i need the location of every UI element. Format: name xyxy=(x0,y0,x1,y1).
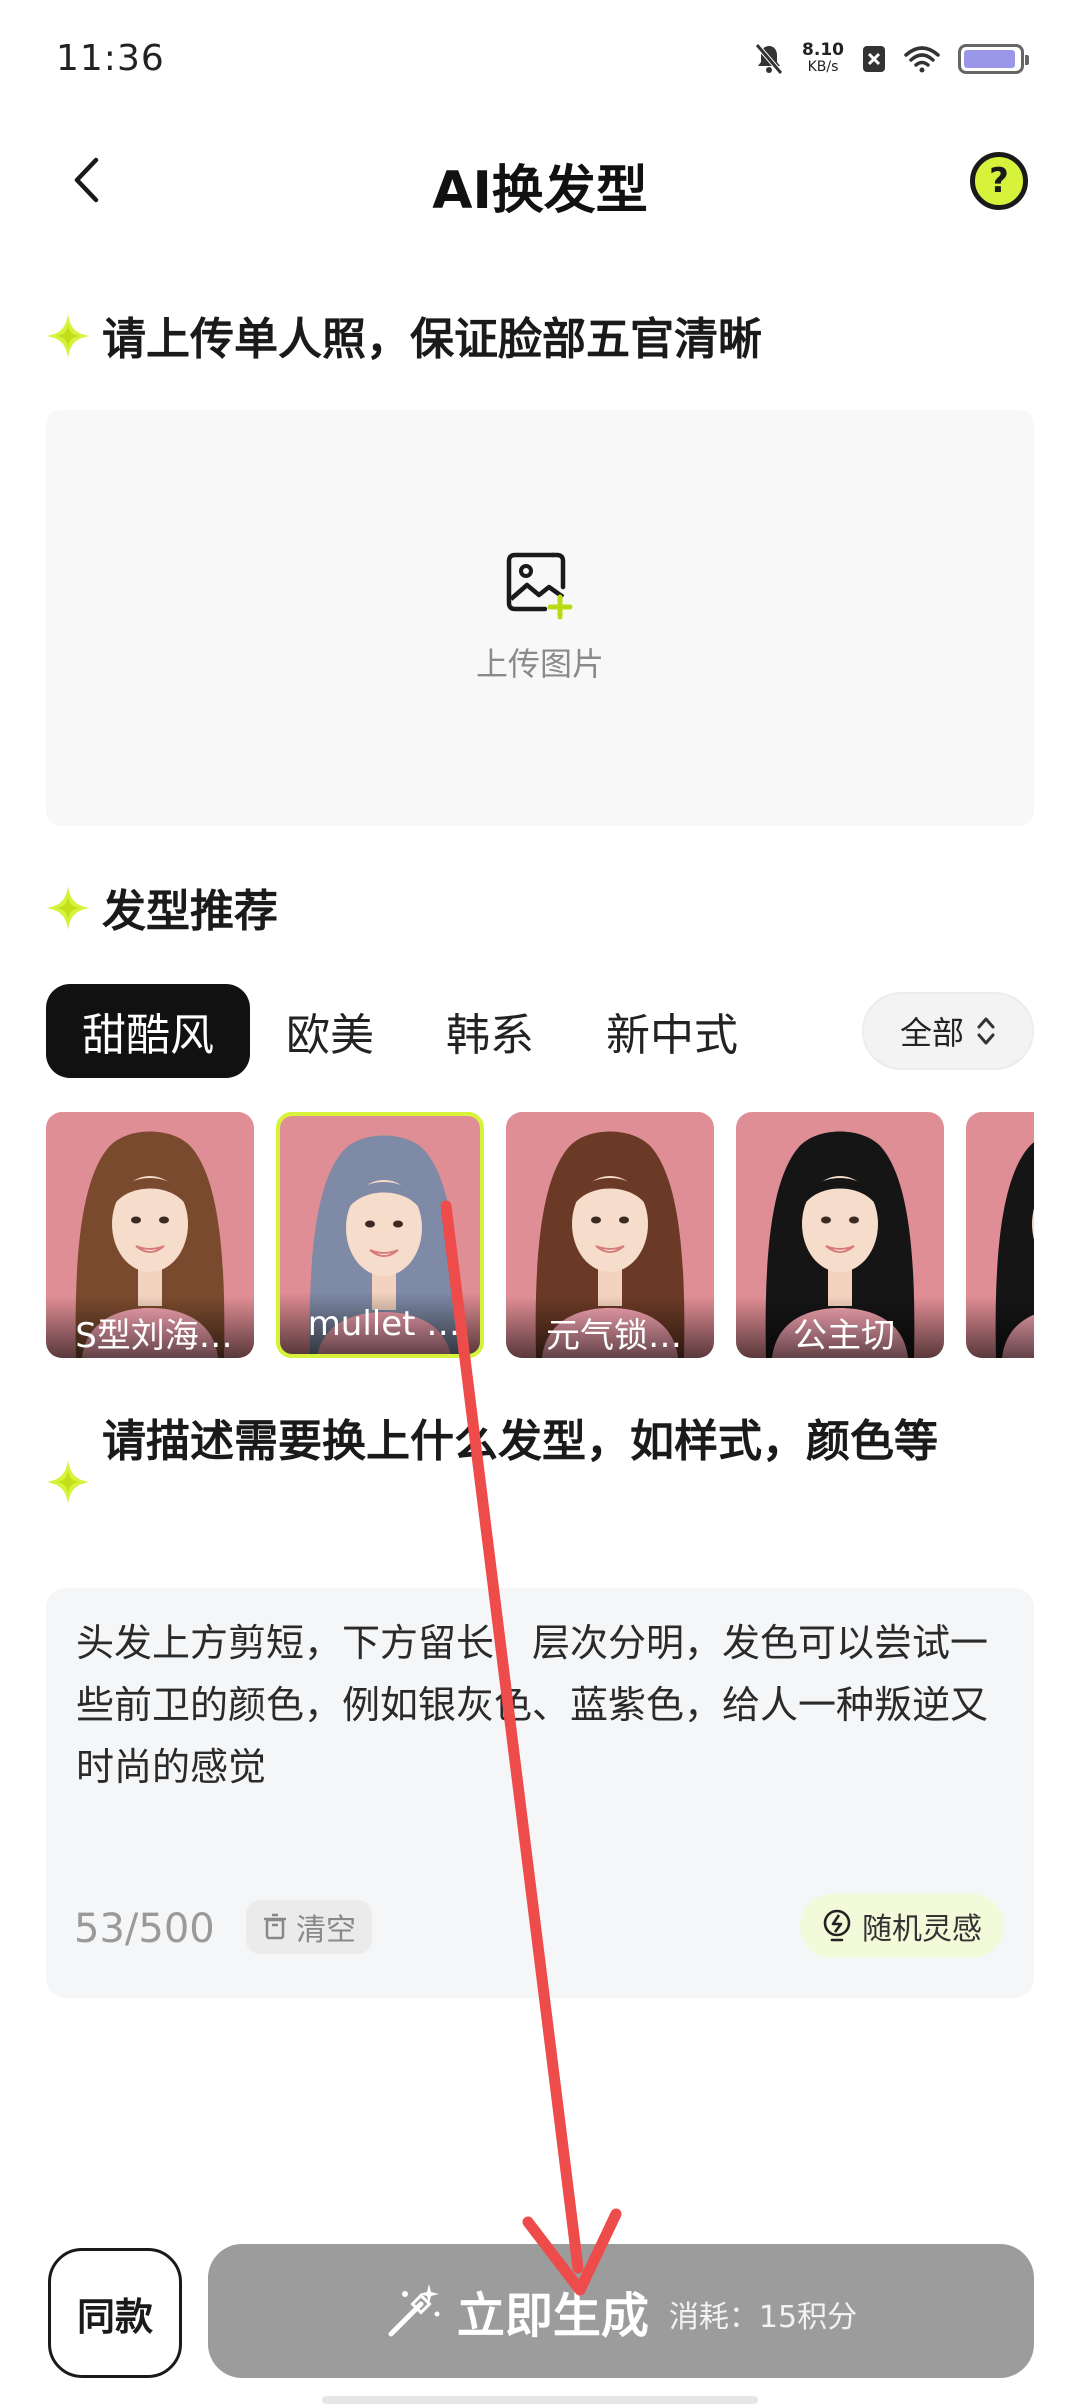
character-count: 53/500 xyxy=(74,1906,215,1952)
sparkle-icon xyxy=(46,314,90,358)
hairstyle-tabs: 甜酷风 欧美 韩系 新中式 xyxy=(46,984,774,1078)
hairstyle-card-label: 元气锁… xyxy=(506,1296,714,1358)
up-down-chevron-icon xyxy=(977,1017,995,1045)
hairstyle-section-heading: 发型推荐 xyxy=(44,878,278,946)
hairstyle-card[interactable]: 公主切 xyxy=(736,1112,944,1358)
page-title: AI换发型 xyxy=(432,161,648,221)
hairstyle-card-label: 内… xyxy=(966,1296,1034,1358)
net-speed-unit: KB/s xyxy=(807,59,839,75)
generate-cost: 消耗：15积分 xyxy=(668,2300,858,2335)
hairstyle-card-list: S型刘海… mullet … 元气锁… 公主切内… xyxy=(46,1112,1034,1358)
hairstyle-card[interactable]: mullet … xyxy=(276,1112,484,1358)
inspire-label: 随机灵感 xyxy=(862,1912,982,1947)
filter-label: 全部 xyxy=(899,1014,964,1052)
hairstyle-card-label: mullet … xyxy=(280,1292,480,1354)
question-circle-icon: ? xyxy=(989,161,1009,201)
upload-section-title: 请上传单人照，保证脸部五官清晰 xyxy=(102,314,762,365)
net-speed: 8.10 KB/s xyxy=(802,42,844,76)
tab-western[interactable]: 欧美 xyxy=(250,984,410,1078)
hairstyle-section-title: 发型推荐 xyxy=(102,886,278,937)
random-inspiration-button[interactable]: 随机灵感 xyxy=(800,1894,1004,1958)
image-plus-icon xyxy=(506,552,573,620)
tab-korean[interactable]: 韩系 xyxy=(410,984,570,1078)
upload-label: 上传图片 xyxy=(475,645,604,683)
tab-sweet-cool[interactable]: 甜酷风 xyxy=(46,984,250,1078)
sparkle-icon xyxy=(46,886,90,930)
mute-bell-icon xyxy=(755,43,783,75)
description-section-heading: 请描述需要换上什么发型，如样式，颜色等 xyxy=(44,1408,1032,1506)
status-time: 11:36 xyxy=(56,38,165,79)
lightbulb-icon xyxy=(823,1909,851,1942)
clear-button[interactable]: 清空 xyxy=(246,1900,372,1954)
same-style-label: 同款 xyxy=(76,2294,153,2339)
magic-wand-icon xyxy=(388,2284,440,2337)
description-text[interactable]: 头发上方剪短，下方留长，层次分明，发色可以尝试一些前卫的颜色，例如银灰色、蓝紫色… xyxy=(76,1612,996,1798)
status-icons: 8.10 KB/s xyxy=(754,42,1029,76)
hairstyle-card[interactable]: 内… xyxy=(966,1112,1034,1358)
sparkle-icon xyxy=(46,1460,90,1504)
description-section-title: 请描述需要换上什么发型，如样式，颜色等 xyxy=(102,1416,938,1467)
hairstyle-description-textarea[interactable]: 头发上方剪短，下方留长，层次分明，发色可以尝试一些前卫的颜色，例如银灰色、蓝紫色… xyxy=(46,1588,1034,1998)
wifi-icon xyxy=(904,46,940,73)
battery-level xyxy=(964,50,1016,68)
status-bar: 11:36 8.10 KB/s xyxy=(0,0,1080,130)
hairstyle-card-label: 公主切 xyxy=(736,1296,944,1358)
home-indicator xyxy=(322,2396,758,2404)
help-button[interactable]: ? xyxy=(970,152,1028,210)
net-speed-value: 8.10 xyxy=(802,40,844,60)
hairstyle-card-label: S型刘海… xyxy=(46,1296,254,1358)
tab-new-chinese[interactable]: 新中式 xyxy=(570,984,774,1078)
battery-icon xyxy=(958,44,1029,74)
upload-section-heading: 请上传单人照，保证脸部五官清晰 xyxy=(44,306,762,374)
sim-disabled-icon xyxy=(863,46,885,72)
clear-label: 清空 xyxy=(296,1913,356,1948)
category-filter-dropdown[interactable]: 全部 xyxy=(862,992,1034,1070)
hairstyle-card[interactable]: S型刘海… xyxy=(46,1112,254,1358)
hairstyle-card[interactable]: 元气锁… xyxy=(506,1112,714,1358)
upload-image-area[interactable]: 上传图片 xyxy=(46,410,1034,826)
trash-icon xyxy=(264,1913,286,1940)
generate-label: 立即生成 xyxy=(456,2288,649,2344)
app-header: AI换发型 ? xyxy=(0,130,1080,230)
same-style-button[interactable]: 同款 xyxy=(48,2248,182,2378)
generate-now-button[interactable]: 立即生成 消耗：15积分 xyxy=(208,2244,1034,2378)
